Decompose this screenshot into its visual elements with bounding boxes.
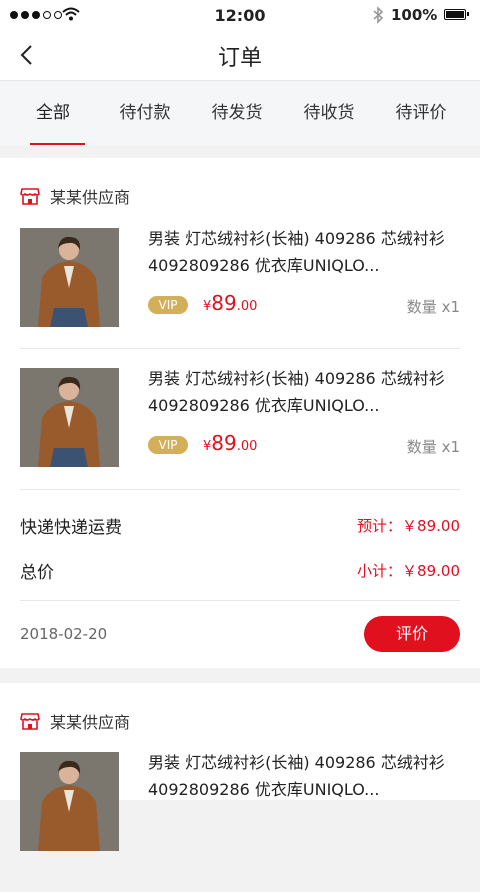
navigation-bar: 订单 [0, 30, 480, 80]
product-name: 男装 灯芯绒衬衫(长袖) 409286 芯绒衬衫 4092809286 优衣库U… [148, 753, 445, 799]
supplier-name: 某某供应商 [50, 713, 131, 732]
battery-icon [444, 9, 469, 20]
total-label: 总价 [20, 563, 54, 583]
order-item[interactable]: 男装 灯芯绒衬衫(长袖) 409286 芯绒衬衫 4092809286 优衣库U… [20, 752, 460, 892]
tab-pending-receipt[interactable]: 待收货 [281, 81, 377, 145]
product-name: 男装 灯芯绒衬衫(长袖) 409286 芯绒衬衫 4092809286 优衣库U… [148, 369, 445, 415]
product-image [20, 752, 119, 851]
status-bar: 12:00 100% [0, 0, 480, 30]
tab-label: 待付款 [119, 103, 171, 123]
battery-percent: 100% [391, 6, 438, 24]
order-item[interactable]: 男装 灯芯绒衬衫(长袖) 409286 芯绒衬衫 4092809286 优衣库U… [20, 228, 460, 368]
product-image [20, 368, 119, 467]
order-card: 某某供应商 男装 灯芯绒衬衫(长袖) 409286 芯绒衬衫 409280928… [0, 683, 480, 851]
tab-pending-shipment[interactable]: 待发货 [189, 81, 285, 145]
product-name: 男装 灯芯绒衬衫(长袖) 409286 芯绒衬衫 4092809286 优衣库U… [148, 229, 445, 275]
supplier-name: 某某供应商 [50, 188, 131, 207]
supplier-header[interactable]: 某某供应商 [20, 709, 130, 733]
order-date: 2018-02-20 [20, 625, 108, 643]
supplier-header[interactable]: 某某供应商 [20, 184, 130, 208]
store-icon [20, 188, 40, 205]
order-card: 某某供应商 男装 灯芯绒衬衫(长袖) 409286 芯绒衬衫 409280928… [0, 158, 480, 668]
store-icon [20, 713, 40, 730]
product-quantity: 数量 x1 [406, 438, 460, 456]
tab-label: 全部 [36, 103, 70, 123]
tab-label: 待发货 [211, 103, 263, 123]
product-image [20, 228, 119, 327]
shipping-row: 快递快递运费 预计：￥89.00 [20, 513, 460, 538]
product-price: ¥89.00 [203, 431, 258, 455]
shipping-label: 快递快递运费 [20, 518, 122, 538]
vip-badge: VIP [148, 436, 188, 454]
divider [20, 348, 460, 349]
order-item[interactable]: 男装 灯芯绒衬衫(长袖) 409286 芯绒衬衫 4092809286 优衣库U… [20, 368, 460, 508]
shipping-value: 预计：￥89.00 [357, 517, 460, 535]
product-price: ¥89.00 [203, 291, 258, 315]
tab-label: 待评价 [395, 103, 447, 123]
review-button[interactable]: 评价 [364, 616, 460, 652]
divider [20, 489, 460, 490]
product-quantity: 数量 x1 [406, 298, 460, 316]
page-title: 订单 [217, 46, 262, 71]
divider [20, 600, 460, 601]
tab-pending-payment[interactable]: 待付款 [97, 81, 193, 145]
bluetooth-icon [373, 6, 384, 24]
tab-label: 待收货 [303, 103, 355, 123]
tab-pending-review[interactable]: 待评价 [373, 81, 469, 145]
active-tab-indicator [30, 143, 85, 145]
tab-all[interactable]: 全部 [5, 81, 101, 145]
order-status-tabs: 全部 待付款 待发货 待收货 待评价 [0, 80, 480, 146]
total-row: 总价 小计：￥89.00 [20, 558, 460, 583]
subtotal-value: 小计：￥89.00 [357, 562, 460, 580]
vip-badge: VIP [148, 296, 188, 314]
